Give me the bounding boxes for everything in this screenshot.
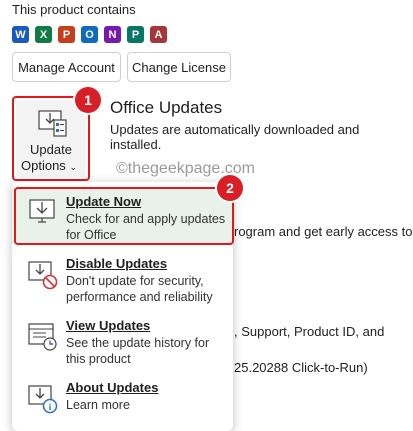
callout-badge-2: 2 [217, 175, 243, 201]
disable-updates-icon [28, 261, 58, 290]
access-icon: A [150, 26, 167, 43]
update-now-highlight [14, 187, 234, 245]
powerpoint-icon: P [58, 26, 75, 43]
excel-icon: X [35, 26, 52, 43]
app-icons-row: W X P O N P A [12, 26, 167, 43]
outlook-icon: O [81, 26, 98, 43]
office-updates-title: Office Updates [110, 98, 223, 117]
about-updates-icon: i [28, 385, 58, 414]
about-updates-desc: Learn more [66, 398, 130, 412]
about-updates-title: About Updates [66, 380, 159, 395]
office-updates-subtitle: Updates are automatically downloaded and… [110, 122, 360, 152]
product-contains-label: This product contains [12, 2, 136, 17]
disable-updates-desc: Don't update for security, performance a… [66, 274, 213, 304]
disable-updates-title: Disable Updates [66, 256, 168, 271]
manage-account-button[interactable]: Manage Account [12, 52, 121, 82]
view-updates-icon [28, 323, 57, 351]
view-updates-title: View Updates [66, 318, 151, 333]
publisher-icon: P [127, 26, 144, 43]
change-license-button[interactable]: Change License [127, 52, 231, 82]
word-icon: W [12, 26, 29, 43]
menu-item-about-updates[interactable]: i About Updates Learn more [12, 374, 233, 430]
about-text: , Support, Product ID, and [234, 324, 385, 339]
update-options-label-line1: Update [30, 142, 72, 157]
menu-item-view-updates[interactable]: View Updates See the update history for … [12, 312, 233, 368]
chevron-down-icon: ⌄ [69, 162, 77, 172]
callout-badge-1: 1 [75, 87, 101, 113]
update-options-button[interactable]: Update Options ⌄ [16, 100, 86, 177]
onenote-icon: N [104, 26, 121, 43]
version-text: 25.20288 Click-to-Run) [234, 360, 368, 375]
update-options-label-line2: Options [21, 158, 66, 173]
menu-item-disable-updates[interactable]: Disable Updates Don't update for securit… [12, 250, 233, 306]
update-options-icon [38, 110, 67, 137]
view-updates-desc: See the update history for this product [66, 336, 210, 366]
insider-text: rogram and get early access to [234, 224, 413, 239]
